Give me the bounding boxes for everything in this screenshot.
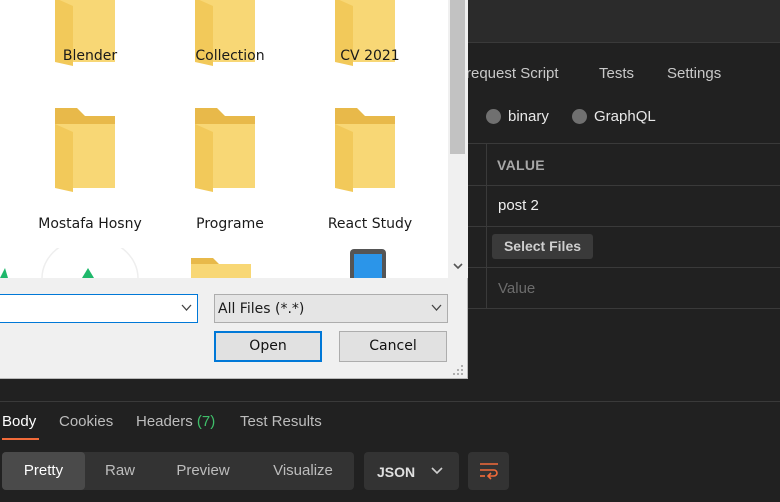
file-open-dialog: Blender Collection CV 2021 Mostafa Hosny…: [0, 0, 468, 379]
view-raw[interactable]: Raw: [85, 452, 155, 490]
radio-binary[interactable]: binary: [486, 108, 549, 125]
scroll-down-icon[interactable]: [452, 260, 464, 272]
folder-name: CV 2021: [340, 48, 400, 64]
view-pretty[interactable]: Pretty: [2, 452, 85, 490]
format-select[interactable]: JSON: [364, 452, 459, 490]
chevron-down-icon: [431, 304, 442, 311]
radio-graphql-circle[interactable]: [572, 109, 587, 124]
folder-name: Mostafa Hosny: [38, 216, 142, 232]
radio-graphql[interactable]: GraphQL: [572, 108, 656, 125]
file-name-combobox[interactable]: [0, 294, 198, 323]
format-select-label: JSON: [377, 464, 416, 480]
folder-icon: [335, 108, 395, 192]
view-mode-segmented-control: Pretty Raw Preview Visualize: [2, 452, 354, 490]
radio-graphql-label: GraphQL: [594, 108, 656, 125]
vertical-scrollbar[interactable]: [448, 0, 468, 278]
column-divider: [486, 186, 487, 226]
scrollbar-thumb[interactable]: [450, 0, 465, 154]
tab-pre-request-script[interactable]: request Script: [466, 65, 559, 82]
folder-icon: [191, 258, 251, 278]
radio-binary-label: binary: [508, 108, 549, 125]
column-divider: [486, 268, 487, 308]
view-visualize[interactable]: Visualize: [257, 452, 349, 490]
folder-icon: [55, 108, 115, 192]
tab-test-results[interactable]: Test Results: [240, 413, 322, 430]
tab-headers[interactable]: Headers (7): [136, 413, 215, 430]
folder-name: React Study: [327, 216, 413, 232]
folder-name: Programe: [196, 216, 264, 232]
value-column-header: VALUE: [497, 157, 545, 173]
value-input-placeholder[interactable]: Value: [498, 280, 535, 297]
open-button[interactable]: Open: [214, 331, 322, 362]
resize-grip-icon[interactable]: [452, 364, 464, 376]
response-divider: [0, 401, 780, 402]
cancel-button[interactable]: Cancel: [339, 331, 447, 362]
phone-file-icon: [350, 249, 386, 278]
tab-body[interactable]: Body: [2, 413, 36, 430]
headers-count-badge: (7): [196, 413, 216, 430]
wrap-lines-icon: [480, 463, 498, 480]
tab-headers-label: Headers: [136, 413, 193, 430]
tab-tests[interactable]: Tests: [599, 65, 634, 82]
folder-name: Blender: [62, 48, 118, 64]
app-file-icon: [0, 268, 8, 278]
file-type-select[interactable]: All Files (*.*): [214, 294, 448, 323]
folder-icon: [195, 108, 255, 192]
view-preview[interactable]: Preview: [159, 452, 247, 490]
value-cell[interactable]: post 2: [498, 197, 539, 214]
chevron-down-icon: [431, 467, 443, 475]
app-file-icon: [41, 248, 139, 278]
file-list-pane[interactable]: Blender Collection CV 2021 Mostafa Hosny…: [0, 0, 448, 278]
wrap-lines-button[interactable]: [468, 452, 509, 490]
select-files-button[interactable]: Select Files: [492, 234, 593, 259]
column-divider: [486, 227, 487, 267]
chevron-down-icon[interactable]: [181, 304, 192, 312]
active-tab-indicator: [2, 438, 39, 440]
file-type-label: All Files (*.*): [218, 301, 305, 317]
tab-settings[interactable]: Settings: [667, 65, 721, 82]
column-divider: [486, 144, 487, 185]
radio-binary-circle[interactable]: [486, 109, 501, 124]
tab-cookies[interactable]: Cookies: [59, 413, 113, 430]
folder-name: Collection: [195, 48, 265, 64]
